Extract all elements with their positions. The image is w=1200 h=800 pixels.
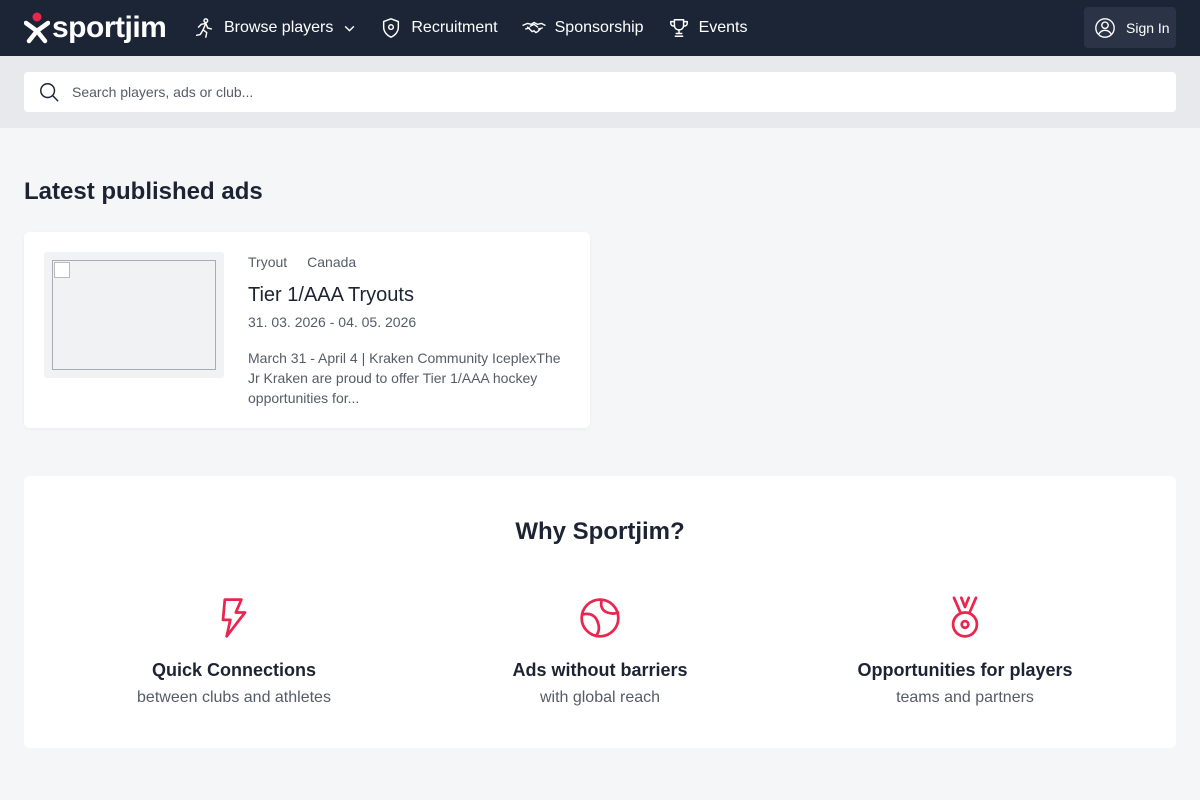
why-sportjim-section: Why Sportjim? Quick Connections between … (24, 476, 1176, 748)
nav-browse-players-label: Browse players (224, 19, 334, 36)
search-box[interactable] (24, 72, 1176, 112)
feature-subtitle: with global reach (539, 689, 661, 706)
ad-type: Tryout (248, 254, 288, 270)
nav-recruitment[interactable]: Recruitment (380, 17, 498, 39)
search-strip (0, 56, 1200, 128)
ad-title[interactable]: Tier 1/AAA Tryouts (248, 284, 414, 307)
nav-sponsorship[interactable]: Sponsorship (521, 17, 644, 39)
ad-meta: Tryout Canada (248, 254, 376, 270)
logo-wordmark: sportjim (52, 11, 167, 44)
feature-quick-connections: Quick Connections between clubs and athl… (42, 596, 426, 707)
sign-in-label: Sign In (1126, 19, 1170, 36)
feature-subtitle: teams and partners (896, 689, 1034, 706)
chevron-down-icon (345, 25, 355, 32)
feature-opportunities: Opportunities for players teams and part… (773, 596, 1157, 707)
feature-title: Ads without barriers (512, 660, 688, 680)
nav-events-label: Events (698, 19, 748, 36)
search-input[interactable] (72, 84, 1132, 100)
trophy-icon (669, 19, 688, 37)
sportjim-logo-mark-icon (24, 12, 50, 44)
latest-ads-title: Latest published ads (24, 178, 263, 205)
shield-icon (383, 18, 400, 38)
ad-card[interactable]: Tryout Canada Tier 1/AAA Tryouts 31. 03.… (24, 232, 590, 428)
ad-location: Canada (307, 254, 357, 270)
nav-recruitment-label: Recruitment (411, 19, 498, 36)
search-icon (40, 83, 59, 102)
feature-title: Opportunities for players (857, 660, 1073, 680)
nav-browse-players[interactable]: Browse players (193, 17, 356, 39)
sign-in-button[interactable]: Sign In (1084, 7, 1176, 48)
globe-icon (580, 598, 620, 638)
broken-image-icon (54, 262, 70, 278)
feature-subtitle: between clubs and athletes (137, 689, 331, 706)
medal-icon (951, 596, 979, 638)
top-navbar: sportjim Browse players Recruitment Spon… (0, 0, 1200, 56)
nav-events[interactable]: Events (668, 17, 748, 39)
broken-image-placeholder (52, 260, 216, 370)
main-nav: Browse players Recruitment Sponsorship E… (193, 0, 772, 56)
sportjim-logo[interactable]: sportjim (24, 11, 167, 45)
feature-title: Quick Connections (151, 660, 317, 680)
ad-description: March 31 - April 4 | Kraken Community Ic… (248, 350, 561, 406)
feature-ads-without-barriers: Ads without barriers with global reach (408, 596, 792, 707)
ad-thumbnail (44, 252, 224, 378)
why-title: Why Sportjim? (515, 518, 685, 545)
nav-sponsorship-label: Sponsorship (554, 19, 644, 36)
user-circle-icon (1095, 17, 1115, 38)
ad-dates: 31. 03. 2026 - 04. 05. 2026 (248, 314, 417, 330)
runner-icon (195, 18, 213, 38)
handshake-icon (521, 21, 546, 34)
lightning-icon (221, 598, 247, 638)
